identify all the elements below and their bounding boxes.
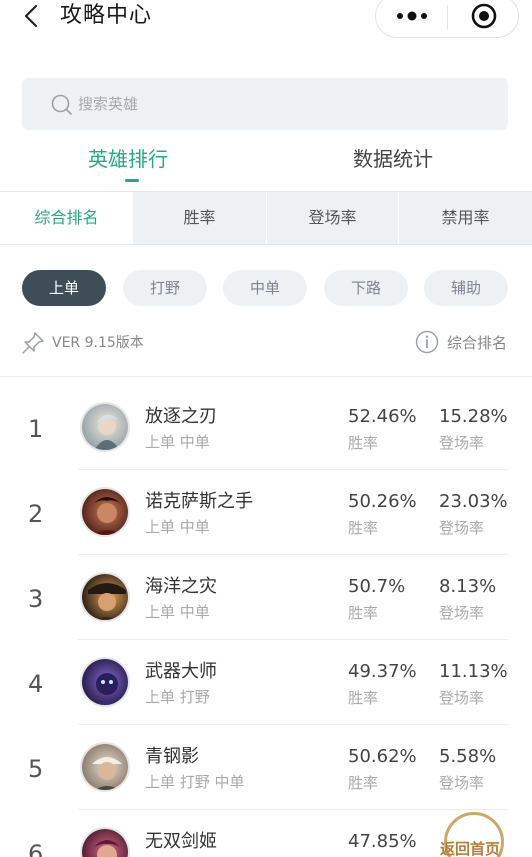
subtab-pick-rate[interactable]: 登场率	[267, 192, 398, 244]
rank-number: 2	[28, 500, 44, 528]
back-arrow-icon[interactable]	[20, 2, 44, 30]
subtab-ban-rate[interactable]: 禁用率	[399, 192, 532, 244]
hero-row[interactable]: 5 青钢影 上单 打野 中单 50.62% 胜率 5.58% 登场率	[0, 725, 532, 810]
ranking-sub-tabs: 综合排名 胜率 登场率 禁用率	[0, 191, 532, 245]
pin-icon	[22, 332, 44, 354]
hero-row[interactable]: 2 诺克萨斯之手 上单 中单 50.26% 胜率 23.03% 登场率	[0, 470, 532, 555]
rank-number: 5	[28, 755, 44, 783]
hero-name: 海洋之灾	[145, 576, 217, 597]
subtab-overall-rank[interactable]: 综合排名	[0, 192, 133, 244]
close-miniprogram-button[interactable]	[448, 0, 520, 37]
hero-avatar	[80, 572, 130, 622]
tab-hero-ranking[interactable]: 英雄排行	[88, 144, 168, 174]
rank-number: 3	[28, 585, 44, 613]
top-bar: 攻略中心	[0, 0, 532, 40]
mini-program-capsule	[375, 0, 519, 38]
hero-avatar	[80, 827, 130, 857]
hero-name: 无双剑姬	[145, 831, 217, 852]
hero-roles: 上单 中单	[145, 433, 210, 451]
win-rate-label: 胜率	[348, 774, 379, 792]
role-chip-top[interactable]: 上单	[22, 270, 106, 306]
pick-rate-value: 11.13%	[439, 661, 508, 682]
active-tab-indicator	[125, 179, 139, 182]
pick-rate-value: 23.03%	[439, 491, 508, 512]
pick-rate-label: 登场率	[439, 689, 485, 707]
win-rate-value: 47.85%	[348, 831, 417, 852]
pick-rate-value: 8.13%	[439, 576, 497, 597]
target-circle-icon	[471, 3, 497, 29]
subtab-win-rate[interactable]: 胜率	[133, 192, 266, 244]
pick-rate-value: 5.58%	[439, 746, 497, 767]
hero-roles: 上单 中单	[145, 603, 210, 621]
divider	[0, 376, 532, 377]
rank-number: 1	[28, 415, 44, 443]
hero-row[interactable]: 4 武器大师 上单 打野 49.37% 胜率 11.13% 登场率	[0, 640, 532, 725]
rank-type-label[interactable]: 综合排名	[447, 332, 507, 353]
role-filter: 上单 打野 中单 下路 辅助	[0, 270, 532, 310]
rank-number: 6	[28, 840, 44, 857]
hero-roles: 上单 中单	[145, 518, 210, 536]
version-label: VER 9.15版本	[52, 335, 144, 351]
hero-avatar	[80, 487, 130, 537]
win-rate-label: 胜率	[348, 434, 379, 452]
win-rate-value: 50.62%	[348, 746, 417, 767]
win-rate-value: 49.37%	[348, 661, 417, 682]
hero-roles: 上单 打野	[145, 688, 210, 706]
pick-rate-label: 登场率	[439, 434, 485, 452]
win-rate-label: 胜率	[348, 519, 379, 537]
search-input[interactable]	[78, 90, 478, 118]
pick-rate-value: 15.28%	[439, 406, 508, 427]
hero-row[interactable]: 3 海洋之灾 上单 中单 50.7% 胜率 8.13% 登场率	[0, 555, 532, 640]
more-options-button[interactable]	[376, 0, 448, 37]
search-icon	[51, 94, 72, 115]
win-rate-label: 胜率	[348, 604, 379, 622]
info-icon[interactable]	[415, 330, 439, 354]
win-rate-value: 50.7%	[348, 576, 406, 597]
hero-name: 放逐之刃	[145, 406, 217, 427]
back-to-home-button[interactable]: 返回首页	[438, 812, 510, 857]
hero-roles: 上单 打野 中单	[145, 773, 245, 791]
hero-row[interactable]: 1 放逐之刃 上单 中单 52.46% 胜率 15.28% 登场率	[0, 385, 532, 470]
role-chip-mid[interactable]: 中单	[223, 270, 307, 306]
hero-name: 诺克萨斯之手	[145, 491, 253, 512]
version-row: VER 9.15版本 综合排名	[0, 326, 532, 358]
win-rate-value: 52.46%	[348, 406, 417, 427]
hero-avatar	[80, 657, 130, 707]
win-rate-value: 50.26%	[348, 491, 417, 512]
hero-name: 武器大师	[145, 661, 217, 682]
rank-number: 4	[28, 670, 44, 698]
tab-data-stats[interactable]: 数据统计	[353, 144, 433, 174]
hero-avatar	[80, 742, 130, 792]
role-chip-jungle[interactable]: 打野	[123, 270, 207, 306]
pick-rate-label: 登场率	[439, 604, 485, 622]
search-bar[interactable]	[22, 78, 508, 130]
home-button-label: 返回首页	[440, 840, 501, 857]
role-chip-support[interactable]: 辅助	[424, 270, 508, 306]
more-dots-icon	[397, 11, 427, 21]
pick-rate-label: 登场率	[439, 519, 485, 537]
hero-avatar	[80, 402, 130, 452]
page-title: 攻略中心	[60, 3, 153, 28]
role-chip-bot[interactable]: 下路	[324, 270, 408, 306]
pick-rate-label: 登场率	[439, 774, 485, 792]
main-tabs: 英雄排行 数据统计	[0, 136, 532, 190]
win-rate-label: 胜率	[348, 689, 379, 707]
hero-name: 青钢影	[145, 746, 199, 767]
